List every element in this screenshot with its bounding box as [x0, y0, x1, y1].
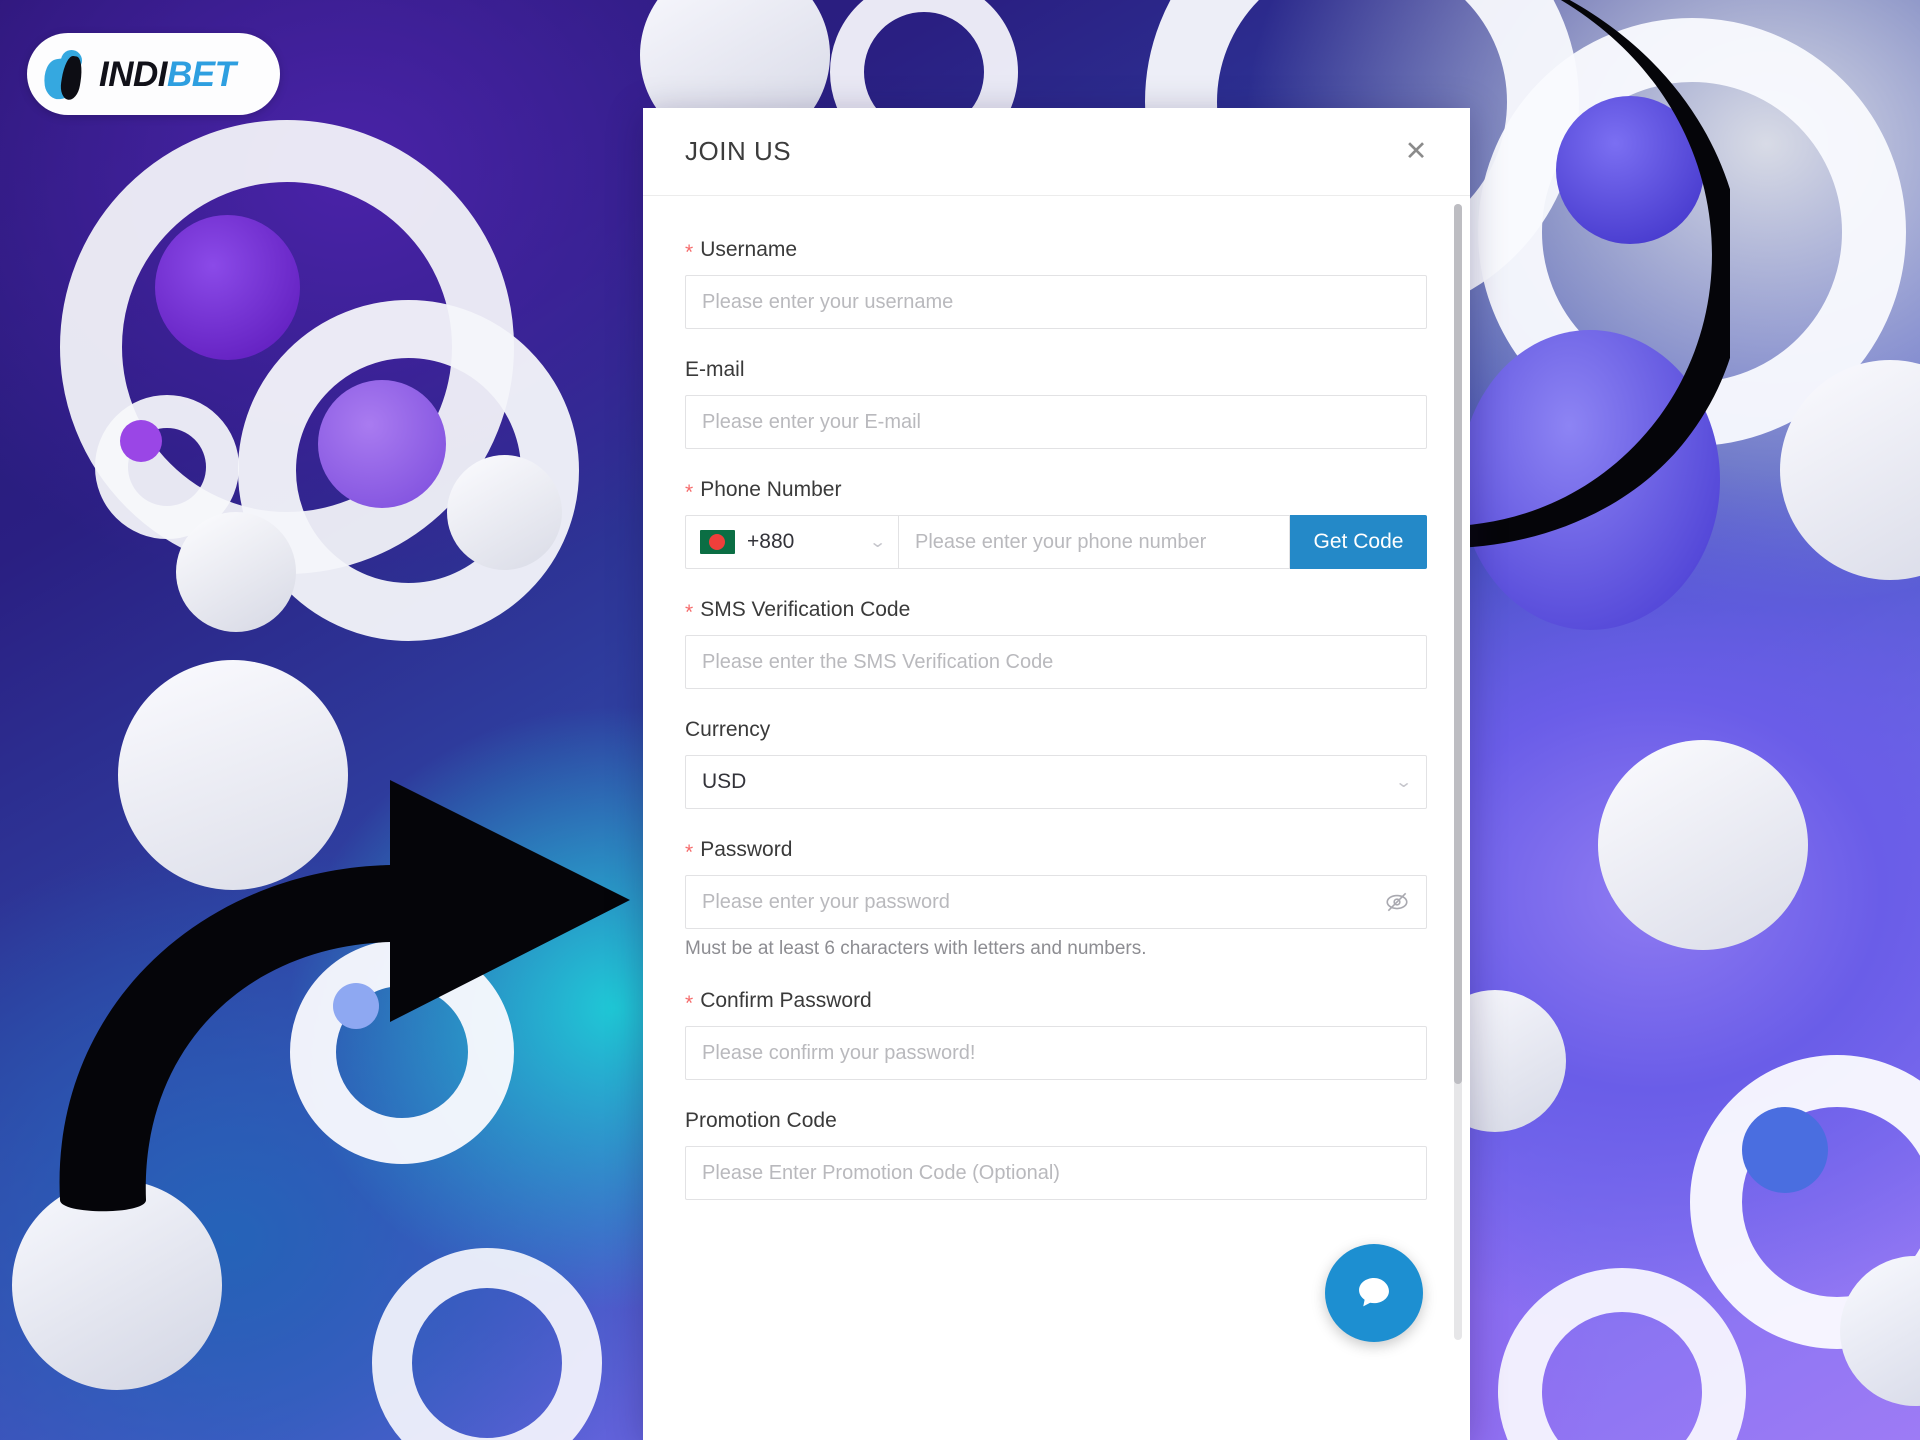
country-code-value: +880 — [747, 530, 795, 553]
chat-bubble-icon — [1359, 1278, 1389, 1307]
label-text: Phone Number — [700, 478, 842, 501]
decor-disc — [1598, 740, 1808, 950]
email-input[interactable]: Please enter your E-mail — [685, 395, 1427, 449]
sms-placeholder: Please enter the SMS Verification Code — [702, 650, 1054, 673]
label-password: * Password — [685, 838, 1428, 864]
currency-value: USD — [702, 770, 747, 793]
droplet-icon — [41, 48, 90, 102]
label-phone: * Phone Number — [685, 478, 1428, 504]
field-email: E-mail Please enter your E-mail — [685, 358, 1428, 449]
decor-disc — [176, 512, 296, 632]
sms-code-input[interactable]: Please enter the SMS Verification Code — [685, 635, 1427, 689]
currency-select[interactable]: USD ⌄ — [685, 755, 1427, 809]
username-placeholder: Please enter your username — [702, 290, 954, 313]
decor-disc — [318, 380, 446, 508]
decor-disc — [1460, 330, 1720, 630]
label-email: E-mail — [685, 358, 1428, 382]
decor-disc — [1742, 1107, 1828, 1193]
chat-support-button[interactable] — [1325, 1244, 1423, 1342]
promotion-placeholder: Please Enter Promotion Code (Optional) — [702, 1161, 1060, 1184]
field-phone: * Phone Number +880 ⌄ Please enter your … — [685, 478, 1428, 569]
field-promotion-code: Promotion Code Please Enter Promotion Co… — [685, 1109, 1428, 1200]
promotion-code-input[interactable]: Please Enter Promotion Code (Optional) — [685, 1146, 1427, 1200]
email-placeholder: Please enter your E-mail — [702, 410, 921, 433]
decor-ring — [290, 940, 514, 1164]
label-text: E-mail — [685, 358, 745, 381]
brand-logo[interactable]: INDIBET — [27, 33, 280, 115]
bangladesh-flag-icon — [700, 530, 735, 554]
label-text: SMS Verification Code — [700, 598, 911, 621]
chevron-down-icon: ⌄ — [1394, 774, 1413, 791]
label-confirm-password: * Confirm Password — [685, 989, 1428, 1015]
decor-disc — [155, 215, 300, 360]
field-currency: Currency USD ⌄ — [685, 718, 1428, 809]
required-asterisk: * — [685, 992, 694, 1015]
modal-title: JOIN US — [685, 136, 792, 166]
decor-disc — [447, 455, 562, 570]
password-placeholder: Please enter your password — [702, 890, 950, 913]
phone-number-input[interactable]: Please enter your phone number — [898, 515, 1290, 569]
phone-placeholder: Please enter your phone number — [915, 530, 1207, 553]
decor-disc — [333, 983, 379, 1029]
label-text: Promotion Code — [685, 1109, 837, 1132]
confirm-password-input[interactable]: Please confirm your password! — [685, 1026, 1427, 1080]
decor-disc — [12, 1180, 222, 1390]
label-text: Username — [700, 238, 798, 261]
close-icon[interactable]: ✕ — [1396, 132, 1436, 172]
brand-name-part2: BET — [167, 54, 236, 94]
username-input[interactable]: Please enter your username — [685, 275, 1427, 329]
required-asterisk: * — [685, 481, 694, 504]
required-asterisk: * — [685, 241, 694, 264]
label-text: Password — [700, 838, 793, 861]
phone-row: +880 ⌄ Please enter your phone number Ge… — [685, 515, 1427, 569]
modal-scrollbar-thumb[interactable] — [1454, 204, 1462, 1084]
chevron-down-icon: ⌄ — [868, 534, 887, 551]
label-text: Currency — [685, 718, 771, 741]
password-input[interactable]: Please enter your password — [685, 875, 1427, 929]
required-asterisk: * — [685, 841, 694, 864]
label-sms-code: * SMS Verification Code — [685, 598, 1428, 624]
join-us-modal: JOIN US ✕ * Username Please enter your u… — [643, 108, 1470, 1440]
confirm-password-placeholder: Please confirm your password! — [702, 1041, 976, 1064]
label-username: * Username — [685, 238, 1428, 264]
country-code-select[interactable]: +880 ⌄ — [685, 515, 898, 569]
decor-disc — [120, 420, 162, 462]
label-promotion-code: Promotion Code — [685, 1109, 1428, 1133]
field-username: * Username Please enter your username — [685, 238, 1428, 329]
required-asterisk: * — [685, 601, 694, 624]
decor-disc — [1556, 96, 1704, 244]
field-sms-code: * SMS Verification Code Please enter the… — [685, 598, 1428, 689]
eye-slash-icon[interactable] — [1384, 889, 1410, 915]
field-confirm-password: * Confirm Password Please confirm your p… — [685, 989, 1428, 1080]
label-currency: Currency — [685, 718, 1428, 742]
brand-name-part1: INDI — [99, 54, 168, 94]
modal-header: JOIN US ✕ — [643, 108, 1470, 196]
label-text: Confirm Password — [700, 989, 872, 1012]
password-hint: Must be at least 6 characters with lette… — [685, 938, 1147, 959]
brand-wordmark: INDIBET — [99, 57, 236, 92]
modal-scrollbar-track[interactable] — [1454, 204, 1462, 1340]
decor-disc — [118, 660, 348, 890]
field-password: * Password Please enter your password Mu… — [685, 838, 1428, 960]
get-code-button[interactable]: Get Code — [1290, 515, 1427, 569]
